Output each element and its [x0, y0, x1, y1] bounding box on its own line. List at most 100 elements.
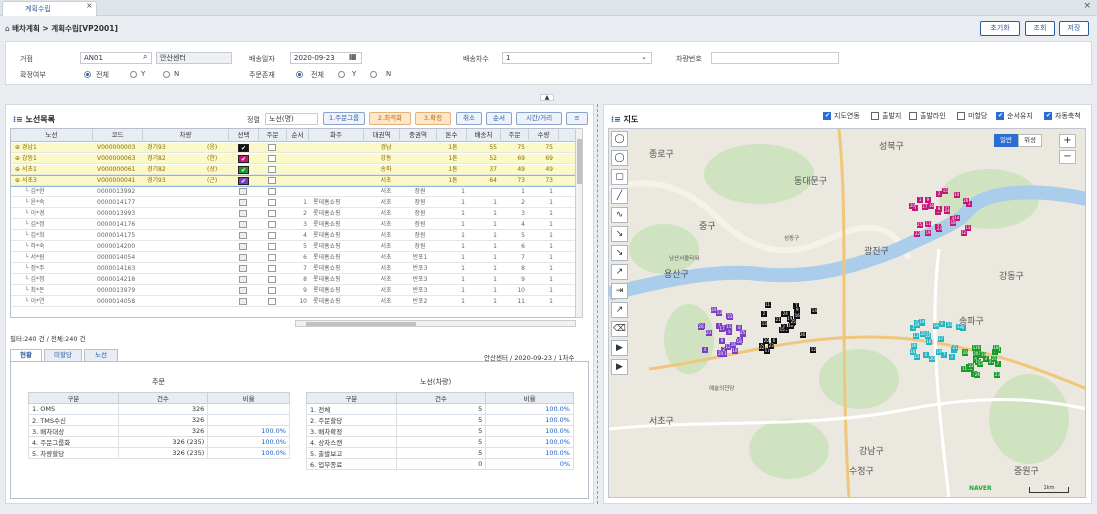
order-group-button[interactable]: 1.주문그룹: [323, 112, 365, 125]
map-marker[interactable]: 19: [980, 352, 987, 359]
column-header[interactable]: 화주: [309, 129, 364, 142]
map-marker[interactable]: 20: [717, 351, 724, 358]
order-row[interactable]: └ 최*돈 0000013979 9 롯데홈쇼핑 서초 반포3 1 1 10 1: [11, 286, 575, 296]
map-draw-tool-icon[interactable]: ▢: [611, 169, 628, 185]
collapse-toggle-icon[interactable]: ▲: [540, 94, 554, 101]
order-checkbox[interactable]: [268, 144, 276, 151]
map-marker[interactable]: 24: [710, 307, 717, 314]
map-draw-tool-icon[interactable]: ◯: [611, 131, 628, 147]
order-checkbox[interactable]: [268, 199, 276, 206]
map-marker[interactable]: 26: [962, 350, 969, 357]
map-marker[interactable]: 8: [936, 206, 943, 213]
order-row[interactable]: └ 윤*숙 0000014177 1 롯데홈쇼핑 서초 장원 1 1 2 1: [11, 198, 575, 208]
map-toggle-checkbox[interactable]: [1044, 112, 1052, 120]
order-checkbox[interactable]: [268, 276, 276, 283]
order-radio-all[interactable]: [296, 71, 303, 78]
map-marker[interactable]: 24: [944, 207, 951, 214]
map-draw-tool-icon[interactable]: ↘: [611, 226, 628, 242]
sequence-button[interactable]: 순서: [486, 112, 512, 125]
column-header[interactable]: 차량: [143, 129, 229, 142]
map-marker[interactable]: 20: [909, 202, 916, 209]
select-checkbox[interactable]: [239, 210, 247, 217]
order-row[interactable]: └ 김*희 0000014175 4 롯데홈쇼핑 서초 장원 1 1 5 1: [11, 231, 575, 241]
cancel-button[interactable]: 취소: [456, 112, 482, 125]
map-marker[interactable]: 9: [938, 321, 945, 328]
map-marker[interactable]: 10: [953, 192, 960, 199]
tab-plan[interactable]: 계획수립: [2, 1, 97, 16]
route-row[interactable]: ⊕ 서초1 V000000061 경기82 (상) ✔ 송파 1톤 37 49 49: [11, 165, 575, 175]
column-header[interactable]: 대권역: [364, 129, 400, 142]
tab-close-icon[interactable]: ×: [86, 1, 93, 10]
map-marker[interactable]: 11: [912, 333, 919, 340]
map-marker[interactable]: 22: [726, 314, 733, 321]
map-marker[interactable]: 26: [799, 331, 806, 338]
order-checkbox[interactable]: [268, 232, 276, 239]
select-checkbox[interactable]: [239, 232, 247, 239]
map-draw-tool-icon[interactable]: ◯: [611, 150, 628, 166]
map-toggle-checkbox[interactable]: [909, 112, 917, 120]
route-row[interactable]: ⊕ 경남1 V000000003 경기93 (응) ✔ 경남 1톤 55 75 75: [11, 143, 575, 153]
map-marker[interactable]: 23: [994, 372, 1001, 379]
map-marker[interactable]: 9: [794, 306, 801, 313]
order-checkbox[interactable]: [268, 188, 276, 195]
confirm-radio-n[interactable]: [163, 71, 170, 78]
order-checkbox[interactable]: [268, 265, 276, 272]
map-marker[interactable]: 21: [952, 344, 959, 351]
select-checkbox[interactable]: [239, 287, 247, 294]
map-draw-tool-icon[interactable]: ⇥: [611, 283, 628, 299]
map-marker[interactable]: 23: [705, 330, 712, 337]
panel-splitter[interactable]: [597, 104, 599, 504]
order-row[interactable]: └ 김*정 0000014176 3 롯데홈쇼핑 서초 장원 1 1 4 1: [11, 220, 575, 230]
select-checkbox[interactable]: [239, 254, 247, 261]
select-checkbox[interactable]: [239, 221, 247, 228]
map-marker[interactable]: 25: [920, 331, 927, 338]
select-checkbox[interactable]: [239, 243, 247, 250]
map-draw-tool-icon[interactable]: ↗: [611, 302, 628, 318]
order-row[interactable]: └ 김*현 0000013992 서초 장원 1 1 1: [11, 187, 575, 197]
map-draw-tool-icon[interactable]: ↗: [611, 264, 628, 280]
confirm-radio-all[interactable]: [84, 71, 91, 78]
map-marker[interactable]: 19: [925, 229, 931, 236]
grid-horizontal-scrollbar[interactable]: [295, 320, 576, 327]
map-marker[interactable]: 12: [810, 347, 817, 354]
map-marker[interactable]: 18: [950, 219, 957, 226]
select-checkbox[interactable]: [239, 276, 247, 283]
map-marker[interactable]: 17: [921, 204, 928, 211]
map-toggle-checkbox[interactable]: [823, 112, 831, 120]
order-row[interactable]: └ 하*숙 0000014200 5 롯데홈쇼핑 서초 장원 1 1 6 1: [11, 242, 575, 252]
route-color-checkbox[interactable]: ✔: [238, 177, 249, 185]
select-checkbox[interactable]: [239, 298, 247, 305]
optimize-button[interactable]: 2.최적화: [369, 112, 411, 125]
map-marker[interactable]: 2: [936, 190, 943, 197]
map-marker[interactable]: 17: [719, 326, 726, 333]
map-marker[interactable]: 25: [916, 222, 923, 229]
map-marker[interactable]: 15: [942, 187, 949, 194]
map-marker[interactable]: 24: [782, 310, 789, 317]
map-toggle-checkbox[interactable]: [996, 112, 1004, 120]
map-marker[interactable]: 21: [775, 316, 782, 323]
map-draw-tool-icon[interactable]: ▶: [611, 359, 628, 375]
order-row[interactable]: └ 정*주 0000014163 7 롯데홈쇼핑 서초 반포3 1 1 8 1: [11, 264, 575, 274]
column-header[interactable]: 배송처: [467, 129, 501, 142]
route-row[interactable]: ⊕ 강동1 V000000063 경기82 (한) ✔ 강동 1톤 52 69 69: [11, 154, 575, 164]
map-marker[interactable]: 15: [725, 324, 732, 331]
map-marker[interactable]: 11: [925, 220, 932, 227]
reset-button[interactable]: 초기화: [980, 21, 1020, 36]
map-marker[interactable]: 4: [701, 346, 708, 353]
column-header[interactable]: 톤수: [437, 129, 467, 142]
column-header[interactable]: 중권역: [400, 129, 437, 142]
map-marker[interactable]: 7: [941, 352, 948, 359]
close-all-icon[interactable]: ×: [1083, 1, 1091, 11]
zoom-in-button[interactable]: +: [1059, 134, 1076, 148]
map-marker[interactable]: 22: [758, 345, 765, 352]
map-type-satellite[interactable]: 위성: [1018, 134, 1042, 147]
map-marker[interactable]: 25: [790, 319, 797, 326]
map-marker[interactable]: 13: [977, 360, 984, 367]
map-marker[interactable]: 13: [716, 309, 723, 316]
map-marker[interactable]: 15: [946, 322, 953, 329]
map-marker[interactable]: 11: [764, 301, 771, 308]
map-marker[interactable]: 13: [964, 225, 971, 232]
order-checkbox[interactable]: [268, 298, 276, 305]
order-checkbox[interactable]: [268, 155, 276, 162]
map-marker[interactable]: 3: [948, 353, 955, 360]
